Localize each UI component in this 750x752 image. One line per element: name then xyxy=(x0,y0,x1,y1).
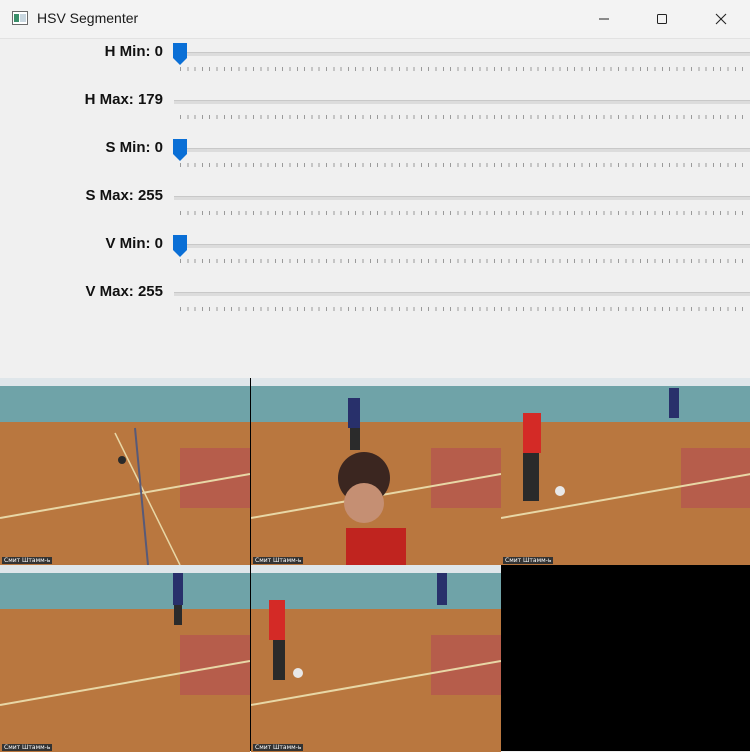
maximize-icon xyxy=(657,14,667,24)
slider-thumb[interactable] xyxy=(173,235,187,257)
trackbar-label: V Min: 0 xyxy=(105,235,163,252)
frame-caption: Смит Штамм-ь xyxy=(2,744,53,751)
video-frame-5: Смит Штамм-ь xyxy=(251,565,501,752)
slider-track[interactable] xyxy=(174,148,750,152)
title-bar: HSV Segmenter xyxy=(0,0,750,39)
slider-ticks xyxy=(180,307,748,311)
video-frame-4: Смит Штамм-ь xyxy=(0,565,250,752)
slider-ticks xyxy=(180,163,748,167)
frame-caption: Смит Штамм-ь xyxy=(2,557,53,564)
minimize-icon xyxy=(599,18,609,20)
slider-ticks xyxy=(180,259,748,263)
video-frame-1: Смит Штамм-ь xyxy=(0,378,250,565)
gym-scene-image xyxy=(251,378,501,565)
slider-track[interactable] xyxy=(174,100,750,104)
trackbar-panel: H Min: 0 H Max: 179 S Min: 0 S Max: 255 … xyxy=(0,39,750,378)
video-grid: Смит Штамм-ь Смит Штамм-ь Смит Штамм-ь С… xyxy=(0,378,750,752)
slider-track[interactable] xyxy=(174,292,750,296)
maximize-button[interactable] xyxy=(633,0,691,38)
trackbar-v-min: V Min: 0 xyxy=(0,231,750,279)
slider-track[interactable] xyxy=(174,52,750,56)
trackbar-label: H Max: 179 xyxy=(84,91,163,108)
slider-thumb[interactable] xyxy=(173,139,187,161)
slider-ticks xyxy=(180,115,748,119)
trackbar-label: H Min: 0 xyxy=(104,43,163,60)
close-button[interactable] xyxy=(692,0,750,38)
frame-caption: Смит Штамм-ь xyxy=(503,557,554,564)
video-frame-3: Смит Штамм-ь xyxy=(501,378,750,565)
gym-scene-image xyxy=(501,378,750,565)
gym-scene-image xyxy=(0,378,250,565)
gym-scene-image xyxy=(0,565,250,752)
frame-caption: Смит Штамм-ь xyxy=(253,744,304,751)
frame-caption: Смит Штамм-ь xyxy=(253,557,304,564)
video-frame-2: Смит Штамм-ь xyxy=(251,378,501,565)
trackbar-label: V Max: 255 xyxy=(85,283,163,300)
minimize-button[interactable] xyxy=(575,0,633,38)
empty-video-slot xyxy=(501,565,750,751)
trackbar-h-max: H Max: 179 xyxy=(0,87,750,135)
trackbar-h-min: H Min: 0 xyxy=(0,39,750,87)
trackbar-v-max: V Max: 255 xyxy=(0,279,750,327)
slider-track[interactable] xyxy=(174,244,750,248)
trackbar-s-max: S Max: 255 xyxy=(0,183,750,231)
trackbar-s-min: S Min: 0 xyxy=(0,135,750,183)
gym-scene-image xyxy=(251,565,501,752)
trackbar-label: S Max: 255 xyxy=(85,187,163,204)
app-window-icon xyxy=(12,11,28,25)
window-title: HSV Segmenter xyxy=(37,10,139,26)
slider-ticks xyxy=(180,67,748,71)
slider-ticks xyxy=(180,211,748,215)
slider-track[interactable] xyxy=(174,196,750,200)
close-icon xyxy=(715,13,727,25)
trackbar-label: S Min: 0 xyxy=(105,139,163,156)
slider-thumb[interactable] xyxy=(173,43,187,65)
